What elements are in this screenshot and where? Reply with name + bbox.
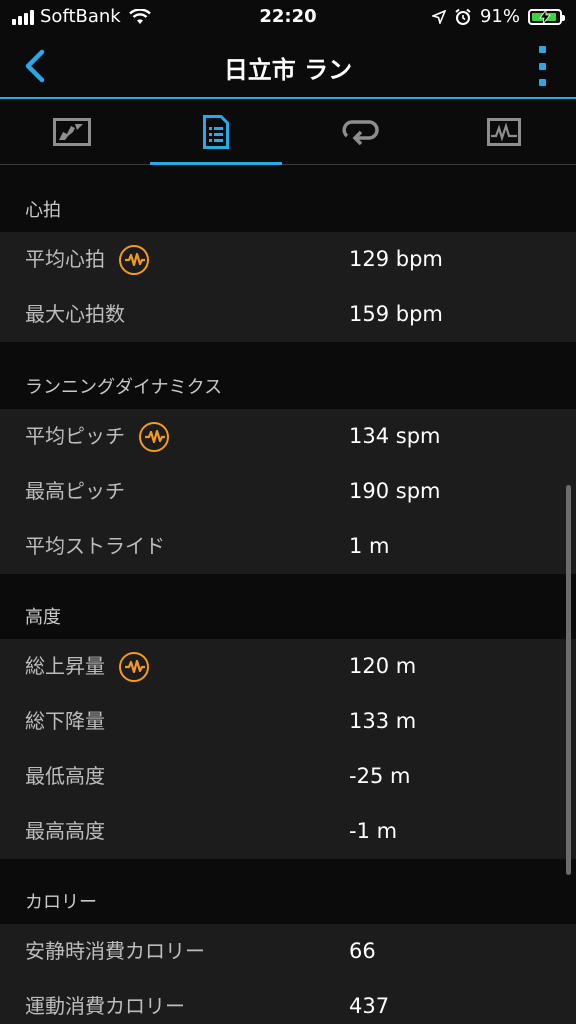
row-value: 133 m bbox=[349, 709, 417, 733]
tab-bar bbox=[0, 99, 576, 165]
row-label: 平均ピッチ bbox=[25, 424, 125, 448]
heart-rate-wave-icon[interactable] bbox=[119, 244, 149, 275]
vertical-dots-icon bbox=[538, 46, 546, 53]
list-item: 最高ピッチ 190 spm bbox=[0, 464, 576, 519]
list-item: 最低高度 -25 m bbox=[0, 749, 576, 804]
list-item: 総下降量 133 m bbox=[0, 694, 576, 749]
list-item: 安静時消費カロリー 66 bbox=[0, 924, 576, 979]
location-arrow-icon bbox=[431, 9, 446, 24]
status-bar: SoftBank 22:20 91% bbox=[0, 0, 576, 34]
list-item: 最大心拍数 159 bpm bbox=[0, 287, 576, 342]
row-label: 最高ピッチ bbox=[25, 479, 125, 503]
row-value: 1 m bbox=[349, 534, 390, 558]
tab-laps[interactable] bbox=[288, 99, 432, 164]
row-value: 190 spm bbox=[349, 479, 441, 503]
row-value: 66 bbox=[349, 939, 376, 963]
nav-bar: 日立市 ラン bbox=[0, 34, 576, 98]
row-label: 総上昇量 bbox=[25, 654, 105, 678]
section-header-calories: カロリー bbox=[0, 859, 576, 924]
scrollbar[interactable] bbox=[566, 485, 571, 875]
page-title: 日立市 ラン bbox=[223, 56, 353, 84]
alarm-icon bbox=[455, 8, 471, 25]
battery-percent: 91% bbox=[479, 6, 520, 27]
row-label: 最低高度 bbox=[25, 764, 105, 788]
row-value: 134 spm bbox=[349, 424, 441, 448]
list-item: 運動消費カロリー 437 bbox=[0, 979, 576, 1024]
row-value: -25 m bbox=[349, 764, 411, 788]
battery-charging-icon bbox=[528, 8, 565, 25]
list-item: 平均ストライド 1 m bbox=[0, 519, 576, 574]
list-item: 最高高度 -1 m bbox=[0, 804, 576, 859]
row-value: 437 bbox=[349, 994, 390, 1018]
chart-icon bbox=[487, 117, 521, 146]
row-label: 平均ストライド bbox=[25, 534, 165, 558]
section-header-elevation: 高度 bbox=[0, 574, 576, 639]
row-value: 159 bpm bbox=[349, 302, 443, 326]
section-title: 心拍 bbox=[25, 200, 61, 221]
section-title: 高度 bbox=[25, 607, 61, 628]
tab-map[interactable] bbox=[0, 99, 144, 164]
row-value: -1 m bbox=[349, 819, 398, 843]
row-label: 運動消費カロリー bbox=[25, 994, 185, 1018]
status-right: 91% bbox=[431, 6, 565, 27]
heart-rate-wave-icon[interactable] bbox=[119, 651, 149, 682]
loop-icon bbox=[342, 119, 379, 145]
map-icon bbox=[53, 117, 91, 146]
row-label: 最大心拍数 bbox=[25, 302, 125, 326]
list-item: 総上昇量 120 m bbox=[0, 639, 576, 694]
stats-list[interactable]: 心拍 平均心拍 129 bpm 最大心拍数 159 bpm ランニングダイナミク… bbox=[0, 165, 576, 1024]
list-item: 平均ピッチ 134 spm bbox=[0, 409, 576, 464]
row-label: 平均心拍 bbox=[25, 247, 105, 271]
tab-charts[interactable] bbox=[432, 99, 576, 164]
tab-stats[interactable] bbox=[144, 99, 288, 165]
list-item: 平均心拍 129 bpm bbox=[0, 232, 576, 287]
section-header-dynamics: ランニングダイナミクス bbox=[0, 342, 576, 409]
row-label: 総下降量 bbox=[25, 709, 105, 733]
document-list-icon bbox=[203, 114, 229, 149]
row-value: 120 m bbox=[349, 654, 417, 678]
section-header-heart: 心拍 bbox=[0, 165, 576, 232]
row-label: 安静時消費カロリー bbox=[25, 939, 205, 963]
section-title: ランニングダイナミクス bbox=[25, 377, 223, 398]
row-value: 129 bpm bbox=[349, 247, 443, 271]
row-label: 最高高度 bbox=[25, 819, 105, 843]
more-options-button[interactable] bbox=[534, 46, 550, 86]
heart-rate-wave-icon[interactable] bbox=[139, 421, 169, 452]
section-title: カロリー bbox=[25, 892, 97, 913]
